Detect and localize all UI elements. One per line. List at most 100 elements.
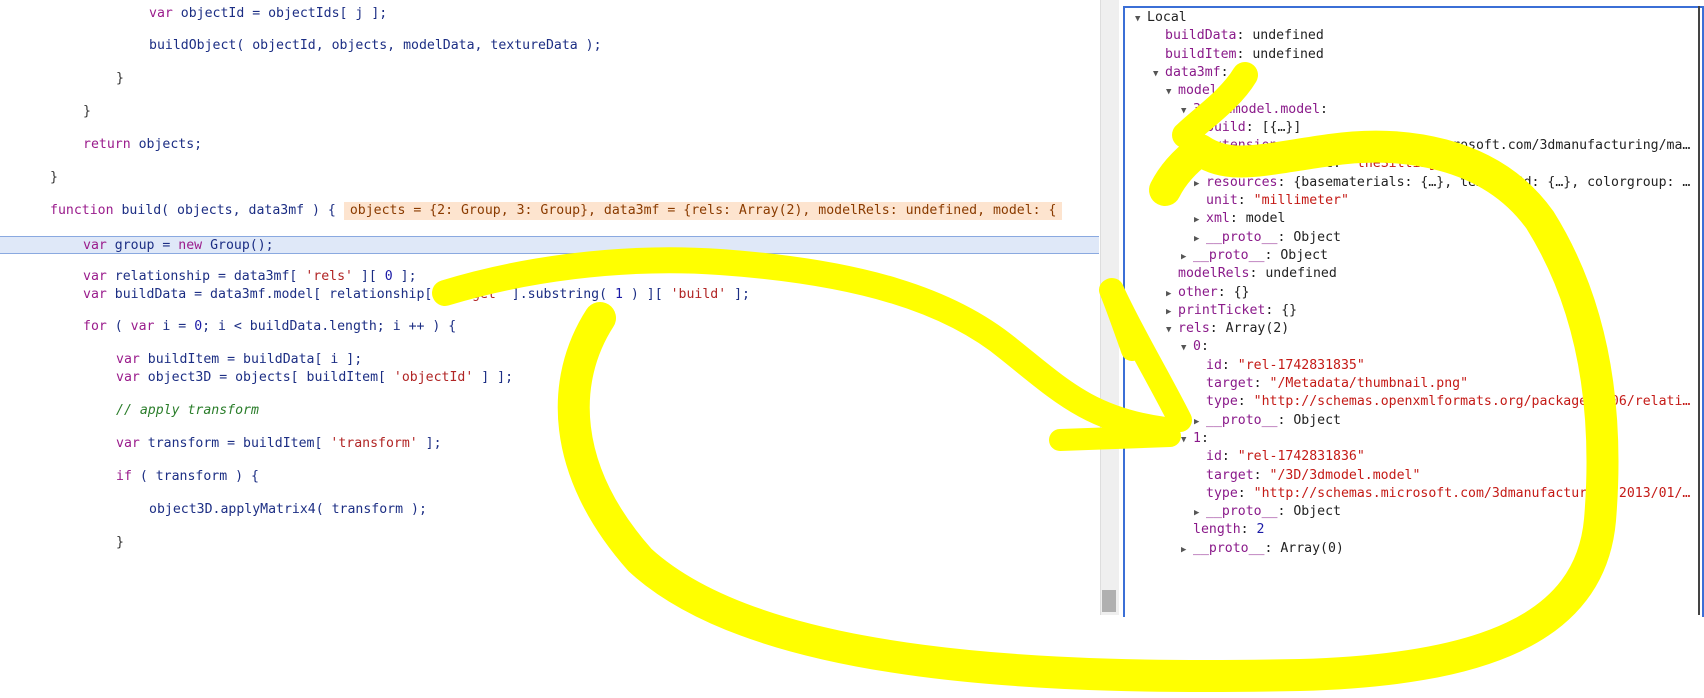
scope-key: id	[1206, 449, 1222, 465]
scope-key: other	[1178, 284, 1218, 300]
code-token: ];	[726, 287, 750, 302]
scope-key: target	[1206, 376, 1254, 391]
scope-tree-row[interactable]: ▶ xml: model	[1125, 209, 1702, 229]
code-line[interactable]: var buildData = data3mf.model[ relations…	[0, 286, 1099, 304]
code-token: var	[116, 436, 148, 451]
code-token: for	[83, 319, 115, 334]
scope-value: undefined	[1252, 28, 1324, 44]
scope-tree-row[interactable]: unit: "millimeter"	[1125, 191, 1702, 211]
code-line[interactable]: object3D.applyMatrix4( transform );	[0, 501, 1099, 519]
code-token: return	[83, 137, 139, 152]
code-line[interactable]: var object3D = objects[ buildItem[ 'obje…	[0, 369, 1099, 387]
code-token: var	[83, 238, 115, 253]
scope-tree-row[interactable]: ▶ printTicket: {}	[1125, 301, 1702, 321]
scope-tree-row[interactable]: ▶ __proto__: Array(0)	[1125, 539, 1702, 560]
scope-tree-row[interactable]: ▶ __proto__: Object	[1125, 502, 1702, 522]
scope-variables-panel[interactable]: ▼ Local buildData: undefined buildItem: und…	[1123, 6, 1704, 617]
code-token: group =	[114, 238, 179, 253]
code-token: var	[149, 6, 181, 21]
code-token: i =	[162, 319, 195, 334]
code-token: var	[116, 352, 148, 367]
scope-key: modelRels	[1178, 266, 1250, 282]
scope-key: length	[1193, 522, 1241, 538]
colon: :	[1220, 64, 1237, 80]
colon: :	[1217, 284, 1234, 300]
code-line[interactable]: // apply transform	[0, 402, 1099, 420]
code-token: ) ][	[622, 287, 671, 302]
scope-tree-row[interactable]: ▼ data3mf:	[1125, 63, 1702, 83]
code-line[interactable]: }	[0, 103, 1099, 121]
colon: :	[1200, 339, 1217, 355]
code-line[interactable]: for ( var i = 0; i < buildData.length; i…	[0, 318, 1099, 336]
scope-tree-row[interactable]: buildItem: undefined	[1125, 45, 1702, 65]
code-line[interactable]: buildObject( objectId, objects, modelDat…	[0, 37, 1099, 55]
code-editor[interactable]: var objectId = objectIds[ j ]; buildObjec…	[0, 0, 1099, 615]
colon: :	[1269, 156, 1286, 172]
scope-tree-row[interactable]: ▼ 0:	[1125, 337, 1702, 357]
code-token: buildData = data3mf.model[ relationship[	[114, 287, 441, 302]
scope-value: undefined	[1265, 266, 1337, 282]
code-token: }	[116, 535, 124, 550]
scope-tree-row[interactable]: ▶ metadata: {Title: "theSittingWoman"}	[1125, 154, 1702, 174]
scope-tree-row[interactable]: target: "/3D/3dmodel.model"	[1125, 466, 1702, 486]
scope-tree-row[interactable]: ▼ 3D/3dmodel.model:	[1125, 100, 1702, 120]
code-token: var	[83, 269, 115, 284]
scope-tree-row[interactable]: buildData: undefined	[1125, 26, 1702, 46]
scope-key: __proto__	[1193, 247, 1265, 263]
scope-key: Local	[1147, 10, 1187, 25]
scope-value: Object	[1293, 504, 1341, 520]
scope-tree-row[interactable]: type: "http://schemas.microsoft.com/3dma…	[1125, 484, 1702, 504]
scope-value: {}	[1233, 284, 1250, 300]
scope-tree-row[interactable]: ▼ rels: Array(2)	[1125, 319, 1702, 339]
scope-key: data3mf	[1165, 64, 1221, 80]
colon: :	[1277, 412, 1294, 428]
code-line[interactable]: function build( objects, data3mf ) {obje…	[0, 202, 1099, 220]
scope-tree-row[interactable]: target: "/Metadata/thumbnail.png"	[1125, 374, 1702, 394]
code-line[interactable]: var transform = buildItem[ 'transform' ]…	[0, 435, 1099, 453]
scope-tree-row[interactable]: ▶ build: [{…}]	[1125, 118, 1702, 138]
editor-scrollbar[interactable]	[1100, 0, 1119, 615]
scope-tree-row[interactable]: id: "rel-1742831836"	[1125, 447, 1702, 467]
colon: :	[1277, 504, 1294, 520]
scope-tree-row[interactable]: ▼ 1:	[1125, 429, 1702, 449]
scope-tree-row[interactable]: ▶ resources: {basematerials: {…}, texture…	[1125, 173, 1702, 193]
scope-tree-row[interactable]: id: "rel-1742831835"	[1125, 356, 1702, 376]
expand-triangle-icon[interactable]: ▶	[1181, 540, 1193, 560]
scope-value: Object	[1293, 229, 1341, 245]
scope-tree-row[interactable]: modelRels: undefined	[1125, 264, 1702, 284]
colon: :	[1264, 247, 1281, 263]
scope-tree-row[interactable]: type: "http://schemas.openxmlformats.org…	[1125, 392, 1702, 412]
editor-scrollbar-thumb[interactable]	[1102, 590, 1116, 612]
scope-tree-row[interactable]: length: 2	[1125, 520, 1702, 540]
code-token: transform = buildItem[	[147, 436, 331, 451]
scope-key: printTicket	[1178, 302, 1266, 318]
code-token: ] ];	[473, 370, 514, 385]
code-line[interactable]: return objects;	[0, 136, 1099, 154]
scope-scrollbar[interactable]	[1698, 6, 1700, 615]
scope-tree-row[interactable]: ▶ __proto__: Object	[1125, 246, 1702, 266]
colon: :	[1253, 376, 1270, 391]
scope-value: "rel-1742831836"	[1237, 449, 1365, 465]
code-line[interactable]: if ( transform ) {	[0, 468, 1099, 486]
scope-key: build	[1206, 119, 1246, 135]
scope-key: unit	[1206, 193, 1238, 208]
scope-tree-row[interactable]: ▼ model:	[1125, 81, 1702, 101]
scope-tree-row[interactable]: ▶ __proto__: Object	[1125, 228, 1702, 248]
code-line[interactable]: }	[0, 534, 1099, 552]
scope-tree-row[interactable]: ▶ extensions: {http://schemas.microsoft.c…	[1125, 136, 1702, 156]
code-line-current[interactable]: var group = new Group();	[0, 236, 1099, 254]
code-line[interactable]: }	[0, 70, 1099, 88]
code-token: Group();	[210, 238, 274, 253]
scope-key: buildItem	[1165, 46, 1237, 62]
code-line[interactable]: var objectId = objectIds[ j ];	[0, 5, 1099, 23]
scope-value: {}	[1281, 302, 1298, 318]
scope-tree-row[interactable]: ▶ other: {}	[1125, 283, 1702, 303]
code-token: object3D = objects[ buildItem[	[147, 370, 394, 385]
scope-tree-row[interactable]: ▼ Local	[1125, 8, 1702, 28]
code-line[interactable]: }	[0, 169, 1099, 187]
scope-tree-row[interactable]: ▶ __proto__: Object	[1125, 411, 1702, 431]
code-line[interactable]: var buildItem = buildData[ i ];	[0, 351, 1099, 369]
code-token: ; i < buildData.length; i ++ ) {	[202, 319, 457, 334]
code-token: 'objectId'	[393, 370, 474, 385]
code-line[interactable]: var relationship = data3mf[ 'rels' ][ 0 …	[0, 268, 1099, 286]
